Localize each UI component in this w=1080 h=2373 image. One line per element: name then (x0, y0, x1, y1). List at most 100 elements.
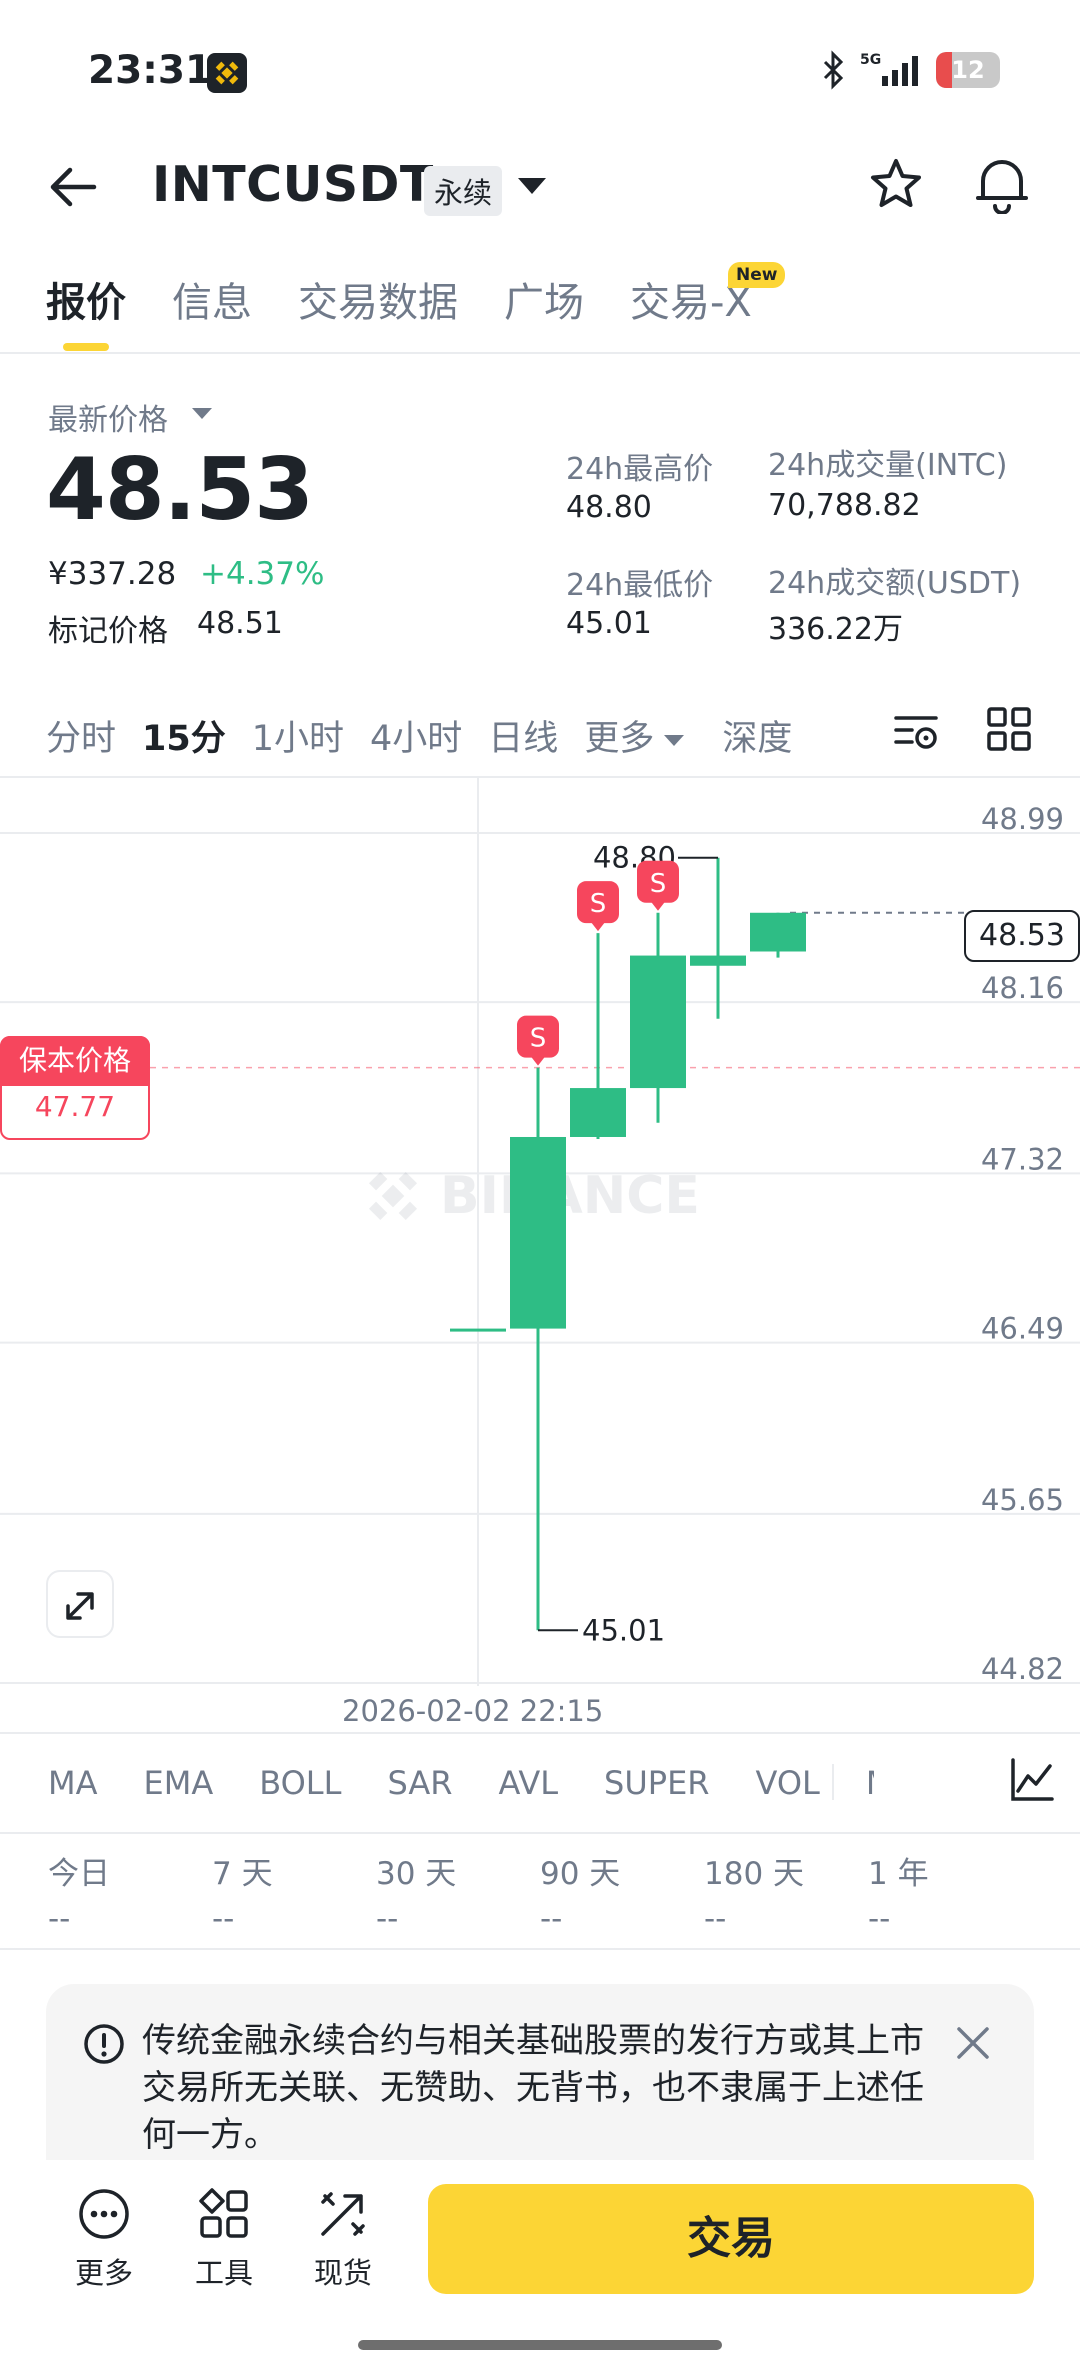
perf-7d: 7 天 -- (212, 1848, 376, 1937)
perf-label: 今日 (48, 1856, 110, 1892)
perf-value: -- (212, 1901, 235, 1937)
low-value: 45.01 (566, 606, 652, 641)
indicator-bar: MA EMA BOLL SAR AVL SUPER VOL M (48, 1764, 920, 1802)
battery-level: 12 (951, 56, 985, 84)
interval-more-label: 更多 (584, 719, 655, 759)
perpetual-tag: 永续 (424, 166, 503, 216)
star-icon[interactable] (868, 156, 924, 212)
interval-selector: 分时 15分 1小时 4小时 日线 更多 深度 (46, 710, 792, 761)
bluetooth-icon (823, 50, 844, 90)
tab-quote[interactable]: 报价 (46, 270, 126, 328)
chart-bottom-divider (0, 1732, 1080, 1734)
interval-4h[interactable]: 4小时 (370, 710, 462, 761)
spot-button[interactable]: 现货 (293, 2186, 393, 2292)
volume-quote-value: 336.22万 (768, 612, 903, 647)
candle-body (450, 1328, 506, 1332)
interval-15m[interactable]: 15分 (142, 710, 226, 761)
depth-tab[interactable]: 深度 (722, 710, 792, 761)
performance-divider (0, 1948, 1080, 1950)
tab-square[interactable]: 广场 (504, 270, 584, 328)
interval-timeline[interactable]: 分时 (46, 710, 116, 761)
perf-label: 1 年 (868, 1856, 929, 1892)
indicator-avl[interactable]: AVL (498, 1764, 558, 1802)
volume-base-value: 70,788.82 (768, 488, 921, 523)
expand-icon (66, 1592, 94, 1620)
sell-marker-text: S (590, 889, 607, 919)
last-price: 48.53 (46, 440, 314, 540)
indicator-boll[interactable]: BOLL (259, 1764, 341, 1802)
disclaimer-text: 传统金融永续合约与相关基础股票的发行方或其上市交易所无关联、无赞助、无背书，也不… (142, 2021, 924, 2155)
back-arrow-icon[interactable] (46, 160, 100, 214)
mark-price-label: 标记价格 (48, 614, 168, 649)
close-icon[interactable] (954, 2024, 992, 2062)
candlestick-chart[interactable]: BINANCE 48.99 48.16 47.32 46.49 45.65 44.82 4… (0, 776, 1080, 1686)
candle (750, 912, 806, 958)
symbol-dropdown-icon[interactable] (518, 178, 546, 194)
chart-crosshair-date: 2026-02-02 22:15 (342, 1694, 604, 1728)
high-value: 48.80 (566, 490, 652, 525)
indicator-ma[interactable]: MA (48, 1764, 98, 1802)
candle-body (510, 1136, 566, 1329)
indicator-macd[interactable]: M (866, 1764, 874, 1802)
candle (510, 1067, 566, 1631)
watermark-text: BINANCE (440, 1166, 700, 1226)
perf-label: 180 天 (704, 1856, 805, 1892)
candle (570, 933, 626, 1140)
status-icons: 5G 12 (822, 50, 1000, 90)
symbol-title[interactable]: INTCUSDT (152, 156, 434, 213)
y-tick-label: 48.16 (981, 971, 1064, 1005)
tab-trade-data[interactable]: 交易数据 (298, 270, 458, 328)
sell-marker-text: S (650, 869, 667, 899)
interval-1d[interactable]: 日线 (488, 710, 558, 761)
tools-button[interactable]: 工具 (174, 2186, 274, 2292)
binance-notification-icon (207, 53, 247, 93)
perf-90d: 90 天 -- (540, 1848, 704, 1937)
bell-icon[interactable] (973, 154, 1031, 214)
candle-body (750, 912, 806, 952)
candle-body (690, 955, 746, 966)
sell-marker: S (577, 881, 619, 932)
more-icon (79, 2189, 129, 2239)
active-tab-indicator (63, 343, 109, 351)
y-tick-label: 47.32 (981, 1142, 1064, 1176)
cny-price: ¥337.28 (48, 556, 177, 592)
current-price-tag: 48.53 (964, 910, 1080, 962)
volume-quote-label: 24h成交额(USDT) (768, 566, 1022, 601)
indicator-super[interactable]: SUPER (604, 1764, 709, 1802)
sell-marker-pointer (651, 901, 665, 911)
sell-marker: S (517, 1015, 559, 1066)
price-type-dropdown-icon[interactable] (192, 408, 212, 419)
candle (690, 857, 746, 1019)
trade-button[interactable]: 交易 (428, 2184, 1034, 2294)
indicator-sar[interactable]: SAR (387, 1764, 452, 1802)
tab-info[interactable]: 信息 (172, 270, 252, 328)
indicator-vol[interactable]: VOL (756, 1764, 820, 1802)
tools-label: 工具 (194, 2256, 253, 2290)
perf-value: -- (540, 1901, 563, 1937)
interval-1h[interactable]: 1小时 (252, 710, 344, 761)
perf-180d: 180 天 -- (704, 1848, 868, 1937)
fullscreen-button[interactable] (46, 1570, 114, 1638)
more-dropdown-icon (664, 734, 685, 746)
candle (450, 1328, 506, 1332)
interval-more[interactable]: 更多 (584, 710, 685, 761)
perf-1y: 1 年 -- (868, 1848, 1032, 1937)
chart-settings-icon[interactable] (892, 706, 942, 756)
performance-row: 今日 -- 7 天 -- 30 天 -- 90 天 -- 180 天 -- 1 年 -- (48, 1848, 1032, 1937)
main-tabs: 报价 信息 交易数据 广场 交易-X (46, 270, 752, 328)
tabs-divider (0, 352, 1080, 354)
high-label: 24h最高价 (566, 452, 714, 487)
perf-value: -- (376, 1901, 399, 1937)
indicator-ema[interactable]: EMA (144, 1764, 214, 1802)
candle-body (570, 1088, 626, 1137)
latest-price-label[interactable]: 最新价格 (48, 395, 168, 439)
info-icon (84, 2024, 124, 2064)
y-tick-label: 48.99 (981, 802, 1064, 836)
perf-label: 30 天 (376, 1856, 457, 1892)
perf-today: 今日 -- (48, 1848, 212, 1937)
indicator-settings-icon[interactable] (1008, 1756, 1056, 1804)
perf-30d: 30 天 -- (376, 1848, 540, 1937)
more-button[interactable]: 更多 (54, 2186, 154, 2292)
mark-price-value: 48.51 (197, 606, 283, 641)
layout-grid-icon[interactable] (986, 706, 1032, 752)
